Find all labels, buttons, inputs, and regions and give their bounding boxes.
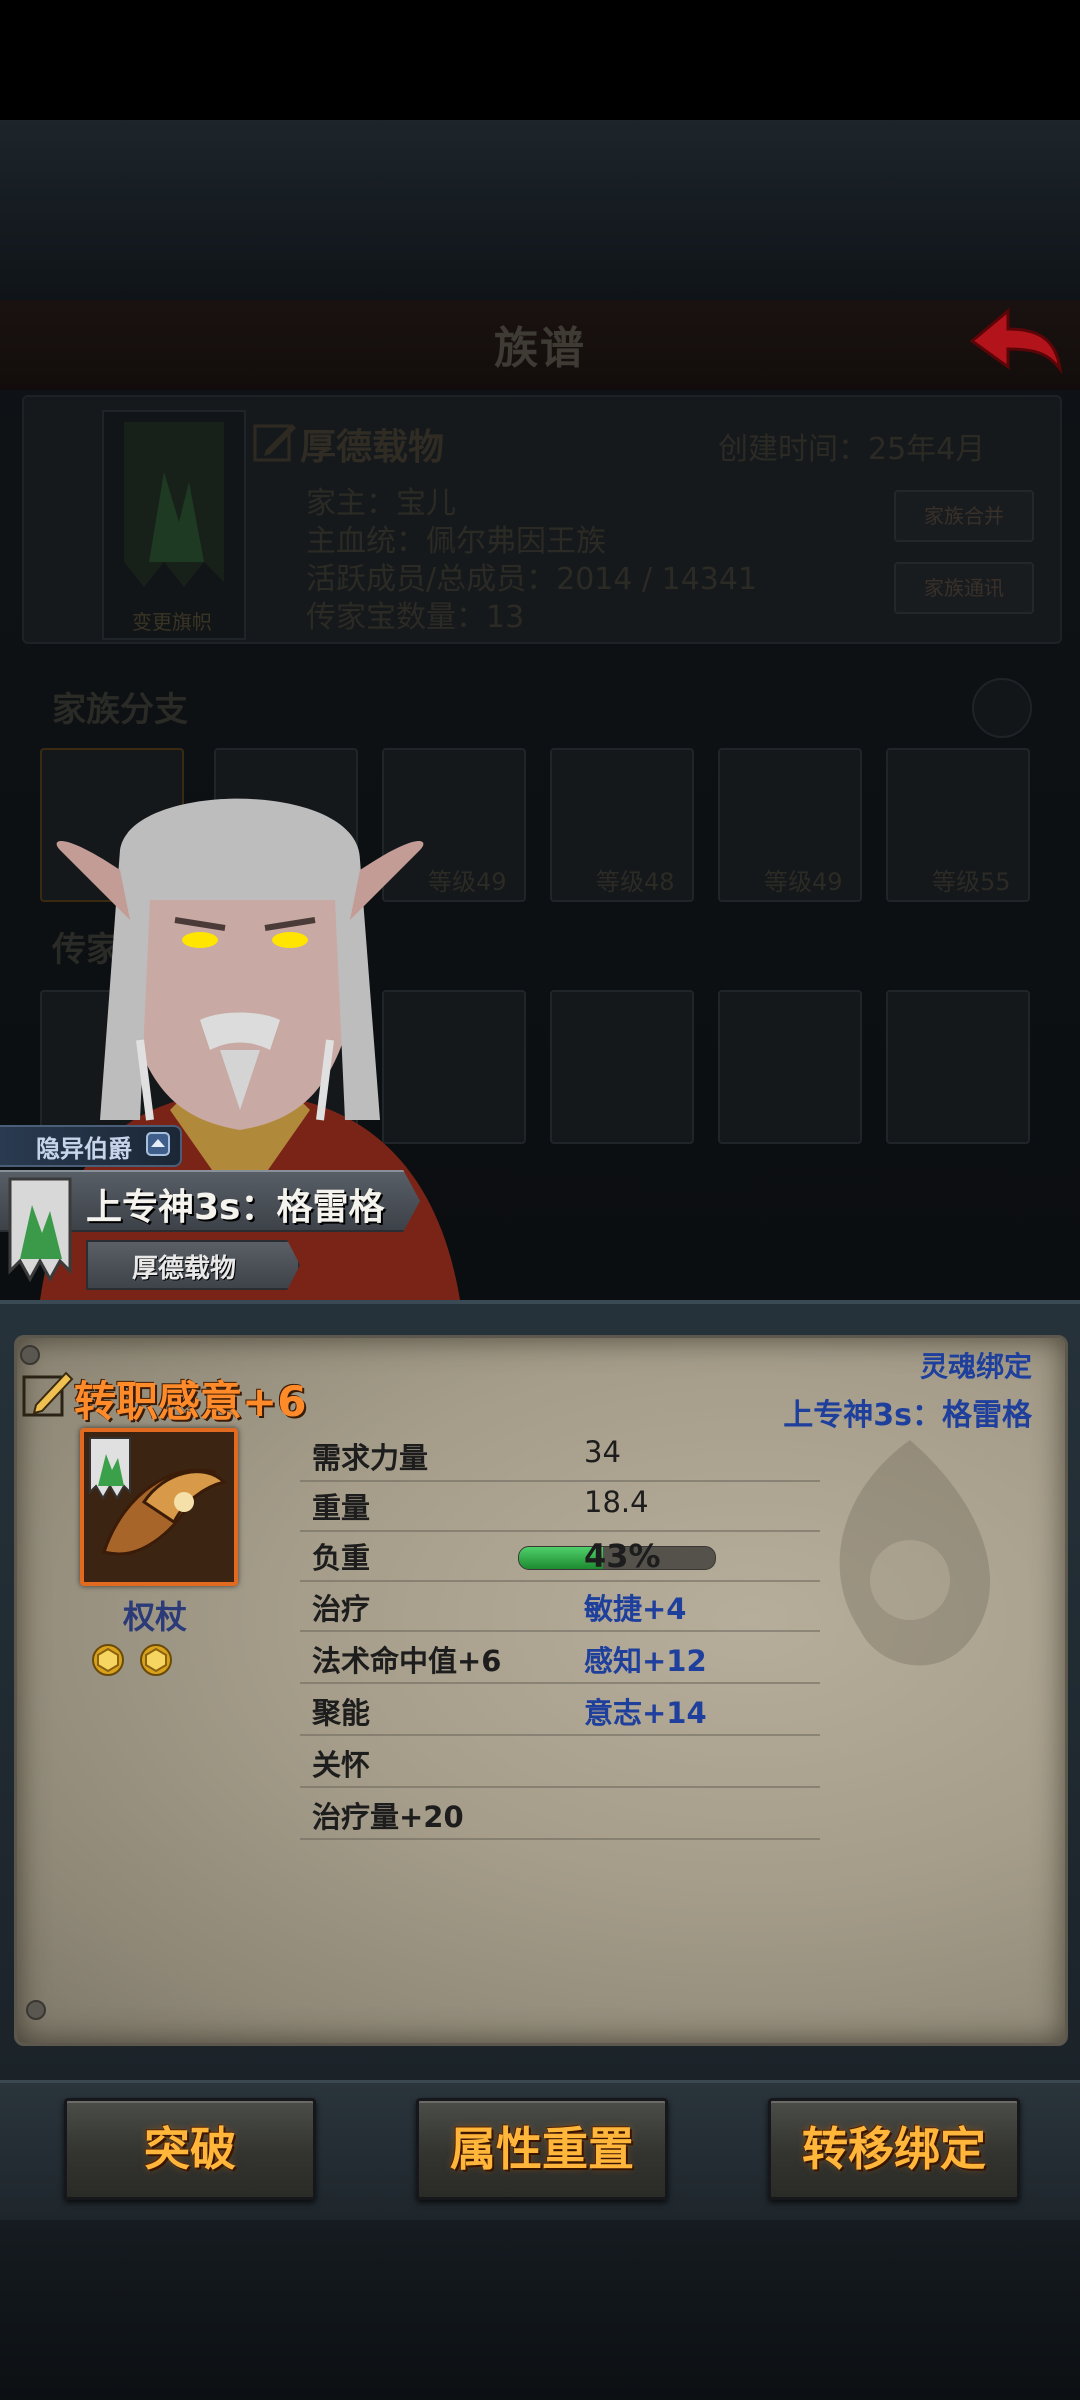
character-name: 上专神3s：格雷格	[86, 1187, 385, 1228]
rivet	[20, 1345, 40, 1365]
branch-level: 等级49	[764, 868, 843, 896]
heirloom-slot[interactable]	[718, 990, 862, 1144]
stat-value-required-strength: 34	[584, 1435, 621, 1469]
stat-row	[300, 1736, 820, 1788]
stat-label-weight: 重量	[312, 1491, 371, 1525]
gem-slot-icon[interactable]	[92, 1644, 124, 1676]
stat-row	[300, 1580, 820, 1632]
reset-attributes-button-label: 属性重置	[450, 2122, 634, 2176]
back-arrow-icon[interactable]	[968, 305, 1064, 375]
stat-label-heal-amount: 治疗量+20	[312, 1800, 464, 1834]
page-title: 族谱	[494, 323, 586, 374]
header-stone-background	[0, 120, 1080, 300]
heirloom-slot[interactable]	[550, 990, 694, 1144]
stat-value-load: 43%	[584, 1537, 661, 1575]
heirloom-count: 传家宝数量：13	[306, 600, 525, 635]
stat-label-load: 负重	[312, 1541, 371, 1575]
family-banner-icon	[8, 1177, 72, 1283]
branch-level: 等级48	[596, 868, 675, 896]
stat-value-weight: 18.4	[584, 1485, 649, 1519]
item-title: 转职感意+6	[74, 1377, 307, 1426]
reset-attributes-button[interactable]: 属性重置	[416, 2098, 668, 2200]
breakthrough-button[interactable]: 突破	[64, 2098, 316, 2200]
status-bar-area	[0, 0, 1080, 120]
family-tag-label: 厚德载物	[131, 1254, 236, 1284]
stat-bonus-will: 意志+14	[584, 1696, 707, 1730]
family-merge-button[interactable]: 家族合并	[894, 490, 1034, 542]
gem-slot-icon[interactable]	[140, 1644, 172, 1676]
stat-bonus-perception: 感知+12	[584, 1644, 707, 1678]
edit-icon[interactable]	[252, 418, 298, 464]
stat-row	[300, 1684, 820, 1736]
family-message-button[interactable]: 家族通讯	[894, 562, 1034, 614]
stat-label-required-strength: 需求力量	[312, 1441, 429, 1475]
rename-edit-icon[interactable]	[20, 1365, 76, 1421]
stat-label-heal: 治疗	[312, 1592, 371, 1626]
family-name: 厚德载物	[300, 427, 445, 468]
bottom-background	[0, 2220, 1080, 2400]
heirloom-slot[interactable]	[886, 990, 1030, 1144]
info-icon[interactable]	[972, 678, 1032, 738]
scepter-item-icon	[89, 1437, 227, 1556]
rank-up-icon	[146, 1132, 170, 1156]
transfer-binding-button[interactable]: 转移绑定	[768, 2098, 1020, 2200]
change-banner-label[interactable]: 变更旗帜	[102, 606, 242, 635]
item-type: 权杖	[122, 1598, 187, 1636]
bind-owner: 上专神3s：格雷格	[783, 1398, 1032, 1433]
branch-level: 等级55	[932, 868, 1011, 896]
stat-row	[300, 1480, 820, 1532]
rank-label: 隐异伯爵	[36, 1135, 132, 1163]
stat-label-care: 关怀	[312, 1748, 371, 1782]
branch-section-header: 家族分支	[52, 690, 188, 730]
rivet	[26, 2000, 46, 2020]
stat-label-focus: 聚能	[312, 1696, 371, 1730]
stat-label-spell-hit: 法术命中值+6	[312, 1644, 502, 1678]
banner-icon	[124, 422, 224, 587]
bind-status: 灵魂绑定	[919, 1350, 1032, 1383]
stat-bonus-agility: 敏捷+4	[584, 1592, 687, 1626]
created-date: 创建时间：25年4月	[718, 432, 986, 467]
breakthrough-button-label: 突破	[144, 2122, 236, 2176]
transfer-binding-button-label: 转移绑定	[802, 2122, 986, 2176]
